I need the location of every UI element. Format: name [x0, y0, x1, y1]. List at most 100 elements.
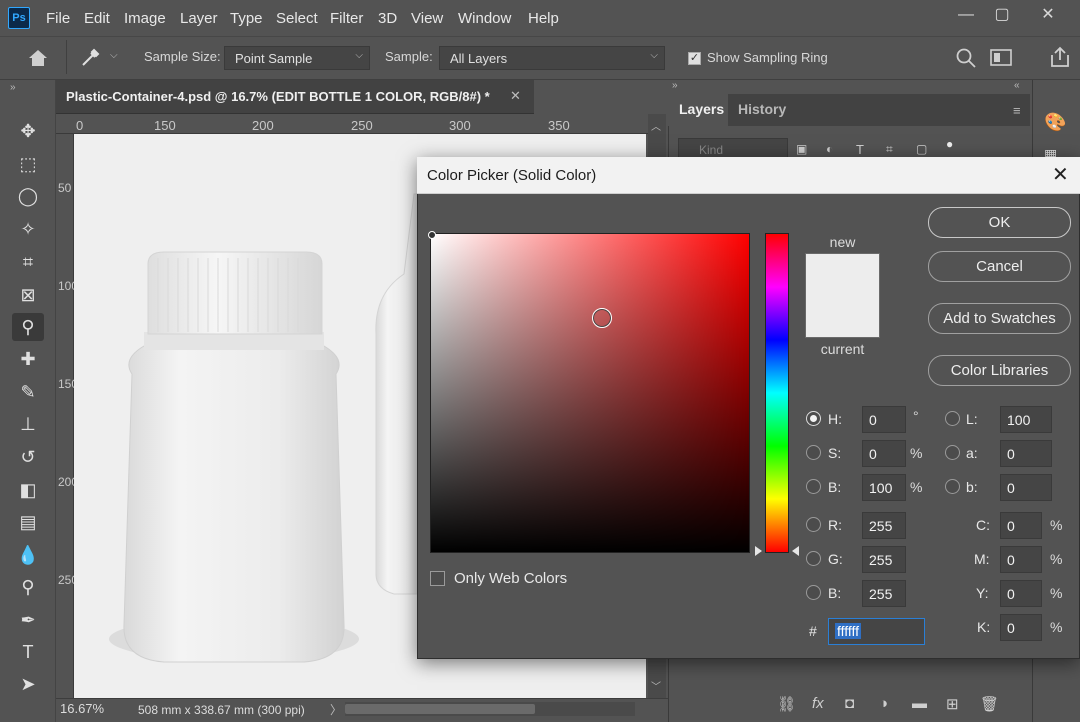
blue-radio[interactable] [806, 585, 821, 600]
color-palette-icon[interactable]: 🎨 [1044, 112, 1066, 133]
sample-size-select[interactable]: Point Sample ⌵ [224, 46, 370, 70]
green-input[interactable]: 255 [862, 546, 906, 573]
menu-window[interactable]: Window [458, 10, 511, 27]
a-channel-input[interactable]: 0 [1000, 440, 1052, 467]
pen-tool-icon[interactable]: ✒ [12, 606, 44, 634]
red-input[interactable]: 255 [862, 512, 906, 539]
lightness-input[interactable]: 100 [1000, 406, 1052, 433]
link-layers-icon[interactable]: ⛓ [777, 695, 796, 713]
workspace-icon[interactable] [990, 48, 1014, 68]
menu-select[interactable]: Select [276, 10, 318, 27]
lightness-radio[interactable] [945, 411, 960, 426]
saturation-input[interactable]: 0 [862, 440, 906, 467]
b-channel-radio[interactable] [945, 479, 960, 494]
a-channel-radio[interactable] [945, 445, 960, 460]
home-icon[interactable] [26, 46, 50, 70]
brightness-input[interactable]: 100 [862, 474, 906, 501]
hex-input[interactable]: ffffff [828, 618, 925, 645]
black-input[interactable]: 0 [1000, 614, 1042, 641]
panel-menu-icon[interactable]: ≡ [1013, 103, 1021, 118]
dodge-tool-icon[interactable]: ⚲ [12, 573, 44, 601]
collapse-toolbar-icon[interactable]: » [10, 82, 16, 93]
b-channel-input[interactable]: 0 [1000, 474, 1052, 501]
only-web-colors-checkbox[interactable] [430, 571, 445, 586]
add-mask-icon[interactable]: ◘ [845, 695, 854, 712]
eraser-tool-icon[interactable]: ◧ [12, 476, 44, 504]
magic-wand-tool-icon[interactable]: ✧ [12, 215, 44, 243]
new-group-icon[interactable]: ▬ [912, 695, 927, 712]
eyedropper-tool-preset-icon[interactable] [78, 44, 104, 70]
search-icon[interactable] [955, 47, 977, 69]
window-close-icon[interactable]: ✕ [1028, 2, 1068, 28]
chevron-down-icon[interactable]: ⌵ [110, 50, 118, 61]
blur-tool-icon[interactable]: 💧 [12, 541, 44, 569]
cancel-button[interactable]: Cancel [928, 251, 1071, 282]
brush-tool-icon[interactable]: ✎ [12, 378, 44, 406]
menu-help[interactable]: Help [528, 10, 559, 27]
layer-style-icon[interactable]: fx [812, 695, 824, 712]
marquee-tool-icon[interactable]: ⬚ [12, 150, 44, 178]
tab-layers[interactable]: Layers [679, 101, 724, 117]
menu-layer[interactable]: Layer [180, 10, 218, 27]
scroll-down-icon[interactable]: ﹀ [651, 678, 661, 693]
sample-select[interactable]: All Layers ⌵ [439, 46, 665, 70]
horizontal-scrollbar[interactable] [345, 702, 635, 716]
delete-layer-icon[interactable]: 🗑 [980, 695, 999, 713]
new-layer-icon[interactable]: ⊞ [946, 695, 959, 713]
menu-view[interactable]: View [411, 10, 443, 27]
filter-pixel-icon[interactable]: ▣ [796, 142, 807, 156]
brightness-radio[interactable] [806, 479, 821, 494]
filter-type-icon[interactable]: T [856, 142, 864, 157]
blue-input[interactable]: 255 [862, 580, 906, 607]
filter-adjustment-icon[interactable]: ◐ [826, 142, 833, 156]
history-brush-tool-icon[interactable]: ↺ [12, 443, 44, 471]
filter-toggle-icon[interactable]: ● [946, 137, 953, 151]
hue-slider[interactable] [765, 233, 789, 553]
dialog-close-icon[interactable]: ✕ [1052, 162, 1069, 187]
clone-stamp-tool-icon[interactable]: ⊥ [12, 410, 44, 438]
menu-edit[interactable]: Edit [84, 10, 110, 27]
expand-panel-icon[interactable]: « [1014, 80, 1020, 91]
eyedropper-tool-icon[interactable]: ⚲ [12, 313, 44, 341]
move-tool-icon[interactable]: ✥ [12, 117, 44, 145]
magenta-input[interactable]: 0 [1000, 546, 1042, 573]
document-title[interactable]: Plastic-Container-4.psd @ 16.7% (EDIT BO… [66, 89, 490, 104]
cyan-input[interactable]: 0 [1000, 512, 1042, 539]
collapse-panel-icon[interactable]: » [672, 80, 678, 91]
minimize-icon[interactable]: — [946, 2, 986, 28]
adjustment-layer-icon[interactable]: ◑ [879, 695, 888, 712]
show-sampling-ring-checkbox[interactable]: ✓ [688, 52, 701, 65]
saturation-brightness-field[interactable] [430, 233, 750, 553]
zoom-level[interactable]: 16.67% [60, 701, 104, 716]
green-radio[interactable] [806, 551, 821, 566]
scroll-up-icon[interactable]: ︿ [651, 118, 661, 133]
lasso-tool-icon[interactable]: ◯ [12, 182, 44, 210]
crop-tool-icon[interactable]: ⌗ [12, 248, 44, 276]
hue-slider-left-arrow[interactable] [755, 546, 762, 556]
path-selection-tool-icon[interactable]: ➤ [12, 670, 44, 698]
hue-input[interactable]: 0 [862, 406, 906, 433]
type-tool-icon[interactable]: T [12, 638, 44, 666]
gradient-tool-icon[interactable]: ▤ [12, 508, 44, 536]
hue-radio[interactable] [806, 411, 821, 426]
status-menu-icon[interactable]: 〉 [330, 701, 342, 718]
add-to-swatches-button[interactable]: Add to Swatches [928, 303, 1071, 334]
menu-file[interactable]: File [46, 10, 70, 27]
maximize-icon[interactable]: ▢ [982, 2, 1022, 28]
healing-brush-tool-icon[interactable]: ✚ [12, 345, 44, 373]
share-icon[interactable] [1048, 45, 1072, 69]
close-document-icon[interactable]: ✕ [510, 88, 521, 104]
tab-history[interactable]: History [738, 101, 786, 117]
menu-3d[interactable]: 3D [378, 10, 397, 27]
filter-shape-icon[interactable]: ⌗ [886, 142, 893, 157]
hue-slider-right-arrow[interactable] [792, 546, 799, 556]
filter-smart-object-icon[interactable]: ▢ [916, 142, 927, 156]
color-libraries-button[interactable]: Color Libraries [928, 355, 1071, 386]
yellow-input[interactable]: 0 [1000, 580, 1042, 607]
saturation-radio[interactable] [806, 445, 821, 460]
ok-button[interactable]: OK [928, 207, 1071, 238]
menu-filter[interactable]: Filter [330, 10, 363, 27]
menu-type[interactable]: Type [230, 10, 263, 27]
color-field-selection-marker[interactable] [428, 231, 436, 239]
red-radio[interactable] [806, 517, 821, 532]
